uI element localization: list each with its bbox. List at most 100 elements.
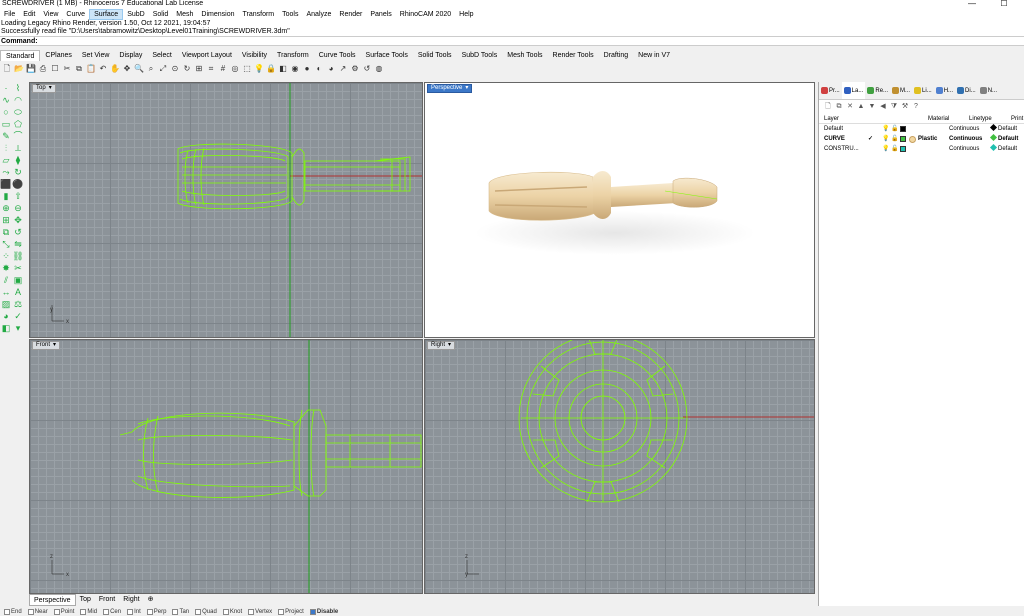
surface-icon[interactable]: ▱ <box>0 154 12 166</box>
paste-icon[interactable]: 📋 <box>86 64 96 74</box>
viewport-front[interactable]: z x Front ▾ <box>29 339 423 594</box>
cylinder-icon[interactable]: ▮ <box>0 190 12 202</box>
split-icon[interactable]: ⫽ <box>0 274 12 286</box>
osnap-point[interactable]: Point <box>53 608 74 616</box>
osnap-icon[interactable]: ◎ <box>230 64 240 74</box>
light-icon[interactable]: 💡 <box>254 64 264 74</box>
filter-icon[interactable]: ⧩ <box>890 103 898 111</box>
join-icon[interactable]: ⛓ <box>12 250 24 262</box>
menu-item-mesh[interactable]: Mesh <box>172 9 197 20</box>
panel-tab-4[interactable]: Li... <box>912 82 934 99</box>
copy-icon[interactable]: ⧉ <box>0 226 12 238</box>
osnap-checkbox[interactable] <box>195 609 202 615</box>
panel-tab-1[interactable]: La... <box>841 82 866 99</box>
arc-icon[interactable]: ◠ <box>12 94 24 106</box>
panel-tab-3[interactable]: M... <box>890 82 912 99</box>
osnap-disable-checkbox[interactable] <box>309 609 316 615</box>
cplane-icon[interactable]: ⌗ <box>206 64 216 74</box>
delete-icon[interactable]: ✕ <box>846 103 854 111</box>
sphere-icon[interactable]: ⚫ <box>12 178 24 190</box>
sweep-icon[interactable]: ⤳ <box>0 166 12 178</box>
chevron-down-icon[interactable]: ▾ <box>448 342 451 349</box>
freeform-icon[interactable]: ✎ <box>0 130 12 142</box>
chevron-down-icon[interactable]: ▾ <box>53 342 56 349</box>
menu-item-curve[interactable]: Curve <box>62 9 89 20</box>
trim-icon[interactable]: ✂ <box>12 262 24 274</box>
layer-current-check[interactable]: ✓ <box>868 134 882 144</box>
layer-name[interactable]: CURVE <box>824 134 868 144</box>
osnap-checkbox[interactable] <box>248 609 255 615</box>
tab-curve-tools[interactable]: Curve Tools <box>314 50 361 61</box>
tab-select[interactable]: Select <box>147 50 176 61</box>
panel-tab-5[interactable]: H... <box>934 82 955 99</box>
viewport-top[interactable]: y x Top ▾ <box>29 82 423 338</box>
add-viewport-icon[interactable]: ⊕ <box>144 594 158 606</box>
layer-print-width[interactable]: Default <box>989 133 1023 144</box>
menu-item-dimension[interactable]: Dimension <box>197 9 238 20</box>
tab-transform[interactable]: Transform <box>272 50 314 61</box>
osnap-project[interactable]: Project <box>278 608 304 616</box>
history-icon[interactable]: ↺ <box>362 64 372 74</box>
check-icon[interactable]: ✓ <box>12 310 24 322</box>
osnap-near[interactable]: Near <box>27 608 48 616</box>
copy-icon[interactable]: ⧉ <box>74 64 84 74</box>
layer-name[interactable]: CONSTRU... <box>824 144 868 154</box>
revolve-icon[interactable]: ↻ <box>12 166 24 178</box>
osnap-cen[interactable]: Cen <box>103 608 121 616</box>
chevron-down-icon[interactable]: ▾ <box>49 85 52 92</box>
zoom-icon[interactable]: 🔍 <box>134 64 144 74</box>
boolean-union-icon[interactable]: ⊕ <box>0 202 12 214</box>
mirror-icon[interactable]: ⇋ <box>12 238 24 250</box>
grid-icon[interactable]: # <box>218 64 228 74</box>
tab-viewport-layout[interactable]: Viewport Layout <box>177 50 237 61</box>
rotate-icon[interactable]: ↺ <box>12 226 24 238</box>
chevron-down-icon[interactable]: ▾ <box>465 85 468 92</box>
hatch-icon[interactable]: ▨ <box>0 298 12 310</box>
osnap-vertex[interactable]: Vertex <box>248 608 272 616</box>
menu-item-tools[interactable]: Tools <box>278 9 302 20</box>
new-icon[interactable]: 🗋 <box>2 64 12 74</box>
osnap-quad[interactable]: Quad <box>195 608 217 616</box>
four-views-icon[interactable]: ⊞ <box>194 64 204 74</box>
viewport-right[interactable]: z y Right ▾ <box>424 339 815 594</box>
viewport-label-right[interactable]: Right ▾ <box>427 341 456 350</box>
new-layer-icon[interactable]: 🗋 <box>824 103 832 111</box>
lightbulb-icon[interactable]: 💡 <box>882 124 891 134</box>
group-icon[interactable]: ▣ <box>12 274 24 286</box>
layer-column-header[interactable]: Layer <box>824 114 884 124</box>
properties-icon[interactable]: ☐ <box>50 64 60 74</box>
circle-icon[interactable]: ○ <box>0 106 12 118</box>
osnap-checkbox[interactable] <box>278 609 285 615</box>
array-icon[interactable]: ⁘ <box>0 250 12 262</box>
scale-icon[interactable]: ⤡ <box>0 238 12 250</box>
layer-column-header[interactable] <box>906 114 928 124</box>
settings-icon[interactable]: ⚙ <box>350 64 360 74</box>
tab-render-tools[interactable]: Render Tools <box>548 50 599 61</box>
layer-color-swatch[interactable] <box>900 146 906 152</box>
tab-mesh-tools[interactable]: Mesh Tools <box>502 50 547 61</box>
zoom-window-icon[interactable]: ⌕ <box>146 64 156 74</box>
osnap-checkbox[interactable] <box>4 609 10 615</box>
curve-icon[interactable]: ∿ <box>0 94 12 106</box>
tab-solid-tools[interactable]: Solid Tools <box>413 50 457 61</box>
fillet-icon[interactable]: ⌒ <box>12 130 24 142</box>
open-icon[interactable]: 📂 <box>14 64 24 74</box>
osnap-checkbox[interactable] <box>103 609 110 615</box>
move-parent-icon[interactable]: ◀ <box>879 103 887 111</box>
offset-icon[interactable]: ⫶ <box>0 142 12 154</box>
layer-color-swatch[interactable] <box>900 126 906 132</box>
osnap-int[interactable]: Int <box>127 608 141 616</box>
dimension-icon[interactable]: ↗ <box>338 64 348 74</box>
tab-subd-tools[interactable]: SubD Tools <box>457 50 503 61</box>
osnap-checkbox[interactable] <box>127 609 134 615</box>
osnap-tan[interactable]: Tan <box>172 608 189 616</box>
osnap-checkbox[interactable] <box>80 609 87 615</box>
tab-surface-tools[interactable]: Surface Tools <box>361 50 413 61</box>
more-icon[interactable]: ▾ <box>12 322 24 334</box>
loft-icon[interactable]: ⧫ <box>12 154 24 166</box>
tab-visibility[interactable]: Visibility <box>237 50 272 61</box>
layer-material[interactable]: Plastic <box>909 134 949 144</box>
command-line[interactable]: Command: <box>0 36 1024 46</box>
extrude-icon[interactable]: ⇧ <box>12 190 24 202</box>
viewport-perspective[interactable]: Perspective ▾ <box>424 82 815 338</box>
